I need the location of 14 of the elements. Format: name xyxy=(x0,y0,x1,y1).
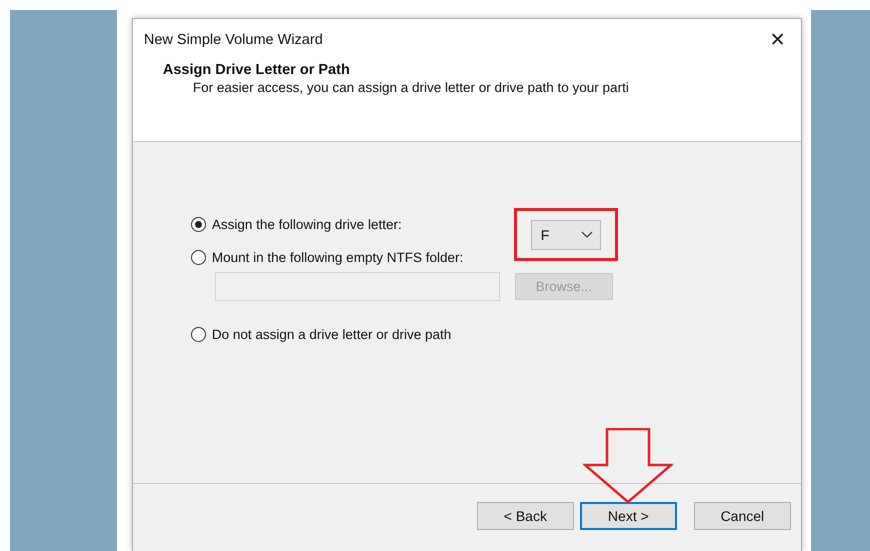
option-label: Mount in the following empty NTFS folder: xyxy=(212,250,464,265)
wizard-button[interactable]: Cancel xyxy=(694,502,791,530)
option-label: Assign the following drive letter: xyxy=(212,217,402,232)
radio-button[interactable] xyxy=(190,217,206,232)
chevron-down-icon xyxy=(580,230,593,238)
option-label: Do not assign a drive letter or drive path xyxy=(212,327,452,342)
page-title: Assign Drive Letter or Path xyxy=(162,62,351,78)
drive-letter-dropdown[interactable]: F xyxy=(530,220,601,250)
window-title: New Simple Volume Wizard xyxy=(144,32,323,48)
radio-button[interactable] xyxy=(190,327,206,342)
wizard-button[interactable]: < Back xyxy=(476,502,574,530)
wizard-button[interactable]: Next > xyxy=(580,502,677,530)
page-description: For easier access, you can assign a drive letter or drive path to your parti xyxy=(192,80,630,95)
close-button[interactable]: ✕ xyxy=(754,20,801,60)
